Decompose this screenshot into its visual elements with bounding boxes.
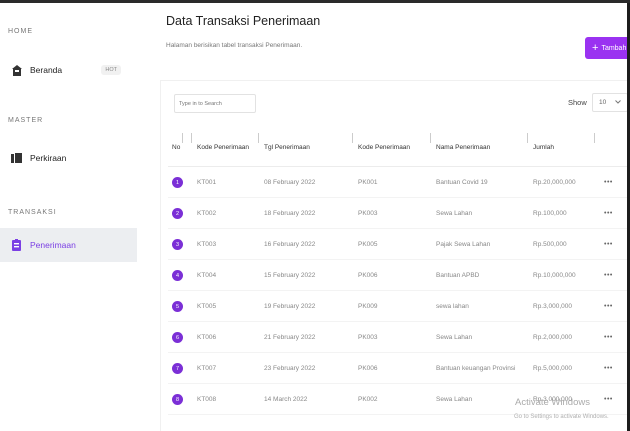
table-row[interactable]: 3 KT003 16 February 2022 PK005 Pajak Sew… (168, 229, 628, 260)
sidebar-item-label: Beranda (30, 65, 63, 75)
cell-nama: Pajak Sewa Lahan (436, 241, 491, 248)
table-row[interactable]: 1 KT001 08 February 2022 PK001 Bantuan C… (168, 167, 628, 198)
add-button[interactable]: + Tambah (585, 37, 630, 59)
cell-kode: KT004 (197, 272, 217, 279)
column-header-nama-penerimaan[interactable]: Nama Penerimaan (430, 127, 490, 167)
cell-nama: Sewa Lahan (436, 210, 473, 217)
sidebar-section-transaksi: TRANSAKSI (8, 209, 57, 216)
page-title: Data Transaksi Penerimaan (166, 14, 321, 28)
cell-jumlah: Rp.10,000,000 (533, 272, 576, 279)
row-number-badge: 8 (172, 394, 183, 405)
row-number-badge: 6 (172, 332, 183, 343)
cell-kode: KT006 (197, 334, 217, 341)
cell-kode-perkiraan: PK006 (358, 272, 378, 279)
column-header-no[interactable]: No (172, 127, 183, 167)
column-header-kode-penerimaan[interactable]: Kode Penerimaan (191, 127, 249, 167)
more-actions-icon[interactable]: ••• (604, 167, 613, 198)
table-row[interactable]: 2 KT002 18 February 2022 PK003 Sewa Laha… (168, 198, 628, 229)
search-input[interactable] (174, 94, 256, 113)
cell-tgl: 15 February 2022 (264, 272, 316, 279)
cell-kode: KT003 (197, 241, 217, 248)
cell-kode: KT008 (197, 396, 217, 403)
sidebar-item-label: Penerimaan (30, 240, 76, 250)
table-row[interactable]: 6 KT006 21 February 2022 PK003 Sewa Laha… (168, 322, 628, 353)
row-number-badge: 1 (172, 177, 183, 188)
activate-windows-watermark: Activate Windows (515, 397, 590, 408)
cell-nama: Bantuan APBD (436, 272, 480, 279)
cell-kode-perkiraan: PK009 (358, 303, 378, 310)
cell-tgl: 14 March 2022 (264, 396, 308, 403)
cell-jumlah: Rp.2,000,000 (533, 334, 573, 341)
more-actions-icon[interactable]: ••• (604, 260, 613, 291)
cell-kode-perkiraan: PK003 (358, 210, 378, 217)
cell-kode-perkiraan: PK003 (358, 334, 378, 341)
cell-nama: sewa lahan (436, 303, 469, 310)
home-icon (11, 64, 22, 76)
cell-nama: Sewa Lahan (436, 396, 473, 403)
cell-kode: KT005 (197, 303, 217, 310)
page-size-select[interactable]: 10 (592, 93, 628, 112)
cell-tgl: 19 February 2022 (264, 303, 316, 310)
cell-tgl: 08 February 2022 (264, 179, 316, 186)
sidebar: HOME Beranda HOT MASTER Perkiraan TRANSA… (0, 3, 140, 431)
page-size-value: 10 (599, 99, 607, 106)
cell-kode-perkiraan: PK006 (358, 365, 378, 372)
cell-tgl: 16 February 2022 (264, 241, 316, 248)
row-number-badge: 7 (172, 363, 183, 374)
chevron-down-icon (615, 99, 621, 106)
cell-tgl: 23 February 2022 (264, 365, 316, 372)
more-actions-icon[interactable]: ••• (604, 229, 613, 260)
row-number-badge: 2 (172, 208, 183, 219)
more-actions-icon[interactable]: ••• (604, 198, 613, 229)
more-actions-icon[interactable]: ••• (604, 322, 613, 353)
table-row[interactable]: 7 KT007 23 February 2022 PK006 Bantuan k… (168, 353, 628, 384)
show-label: Show (568, 98, 587, 107)
table-row[interactable]: 5 KT005 19 February 2022 PK009 sewa laha… (168, 291, 628, 322)
cell-kode-perkiraan: PK002 (358, 396, 378, 403)
more-actions-icon[interactable]: ••• (604, 291, 613, 322)
cell-jumlah: Rp.5,000,000 (533, 365, 573, 372)
row-number-badge: 4 (172, 270, 183, 281)
cell-jumlah: Rp.500,000 (533, 241, 567, 248)
plus-icon: + (592, 41, 599, 54)
cell-kode-perkiraan: PK005 (358, 241, 378, 248)
add-button-label: Tambah (601, 44, 627, 52)
cell-jumlah: Rp.3,000,000 (533, 303, 573, 310)
sidebar-item-perkiraan[interactable]: Perkiraan (0, 141, 137, 175)
table-header: No Kode Penerimaan Tgl Penerimaan Kode P… (168, 127, 628, 167)
cell-tgl: 21 February 2022 (264, 334, 316, 341)
sidebar-item-label: Perkiraan (30, 153, 67, 163)
sidebar-section-home: HOME (8, 28, 33, 35)
row-number-badge: 3 (172, 239, 183, 250)
cell-nama: Bantuan keuangan Provinsi (436, 365, 516, 372)
cell-nama: Bantuan Covid 19 (436, 179, 488, 186)
more-actions-icon[interactable]: ••• (604, 353, 613, 384)
clipboard-icon (11, 239, 22, 251)
column-header-jumlah[interactable]: Jumlah (527, 127, 554, 167)
cell-kode: KT002 (197, 210, 217, 217)
more-actions-icon[interactable]: ••• (604, 384, 613, 415)
sidebar-item-penerimaan[interactable]: Penerimaan (0, 228, 137, 262)
column-header-tgl-penerimaan[interactable]: Tgl Penerimaan (258, 127, 310, 167)
cell-jumlah: Rp.100,000 (533, 210, 567, 217)
cell-nama: Sewa Lahan (436, 334, 473, 341)
cell-tgl: 18 February 2022 (264, 210, 316, 217)
page-subtitle: Halaman berisikan tabel transaksi Peneri… (166, 42, 303, 49)
cell-jumlah: Rp.20,000,000 (533, 179, 576, 186)
cell-kode-perkiraan: PK001 (358, 179, 378, 186)
hot-badge: HOT (101, 65, 121, 75)
cell-kode: KT007 (197, 365, 217, 372)
cell-kode: KT001 (197, 179, 217, 186)
row-number-badge: 5 (172, 301, 183, 312)
column-header-kode-penerimaan-2[interactable]: Kode Penerimaan (352, 127, 410, 167)
sidebar-section-master: MASTER (8, 117, 44, 124)
book-icon (11, 152, 22, 164)
activate-windows-subtext: Go to Settings to activate Windows. (514, 414, 609, 420)
table-row[interactable]: 4 KT004 15 February 2022 PK006 Bantuan A… (168, 260, 628, 291)
sidebar-item-beranda[interactable]: Beranda HOT (0, 53, 137, 87)
